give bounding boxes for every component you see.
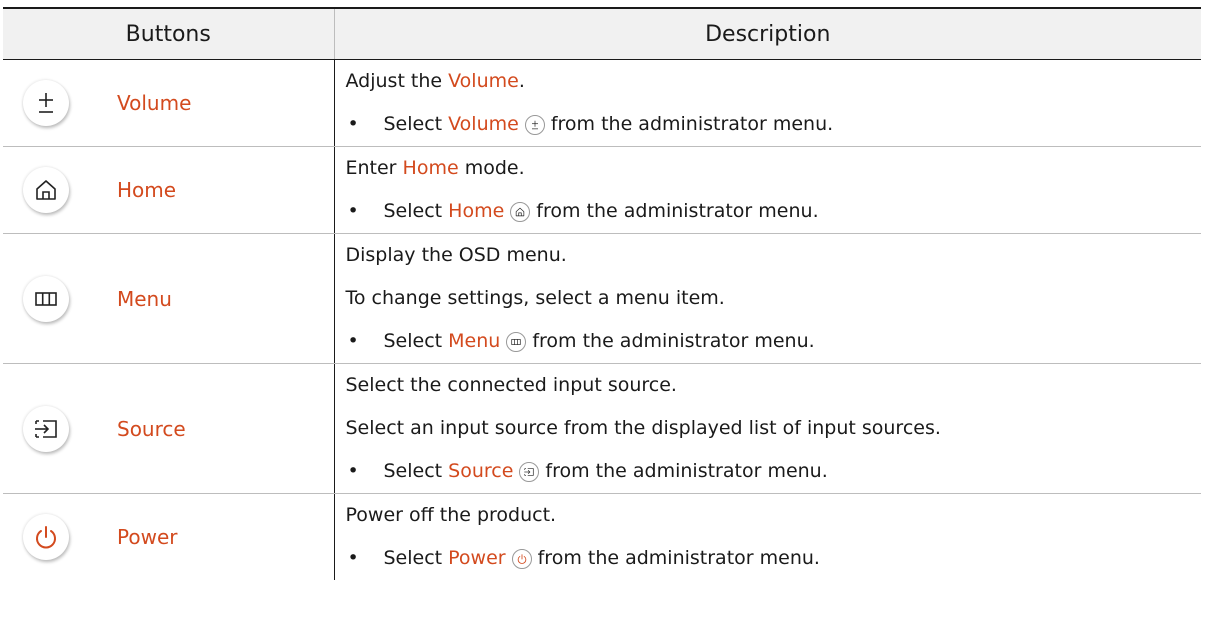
bullet-line: • Select Power from the administrator menu… [346,537,1202,580]
bullet-line: • Select Menu from the administrator menu. [346,320,1202,363]
bullet-text: Select [383,547,449,569]
header-buttons: Buttons [3,7,335,60]
bullet-highlight: Power [448,547,506,569]
button-cell: Menu [3,233,335,364]
button-label-group: Volume [3,80,334,126]
plus-minus-icon [39,93,53,113]
button-name: Menu [117,286,172,311]
button-name: Source [117,416,186,441]
table-row: Volume Adjust the Volume. • Select Volume fr… [3,59,1202,147]
description-cell: Enter Home mode. • Select Home from the adm… [334,146,1202,234]
description-block: Select the connected input source. Select… [335,364,1202,493]
description-line: To change settings, select a menu item. [346,277,1202,320]
bullet-line: • Select Home from the administrator menu. [346,190,1202,233]
table-row: Source Select the connected input source.… [3,363,1202,494]
document-page: Buttons Description Volume Adjust the Vol… [0,0,1207,624]
description-block: Power off the product. • Select Power from … [335,494,1202,580]
home-button-icon [23,167,69,213]
button-label-group: Source [3,405,334,452]
bullet-dot-icon: • [347,460,359,482]
source-icon [35,419,57,438]
header-description: Description [334,7,1201,60]
menu-button-icon [23,275,69,322]
button-label-group: Menu [3,275,334,322]
description-line: Display the OSD menu. [346,234,1202,277]
bullet-highlight: Volume [448,113,519,135]
source-mini-icon [519,461,540,482]
description-line: Select the connected input source. [346,364,1202,407]
line-text: To change settings, select a menu item. [345,287,725,309]
plus-minus-mini-icon [524,114,545,135]
button-name: Power [117,525,178,549]
button-cell: Home [3,146,335,234]
source-button-icon [23,405,69,452]
bullet-dot-icon: • [347,113,359,135]
description-line: Enter Home mode. [346,147,1202,190]
bullet-text-end: from the administrator menu. [536,200,819,222]
bullet-text-end: from the administrator menu. [532,330,815,352]
bullet-dot-icon: • [347,330,359,352]
line-text: Select the connected input source. [345,374,677,396]
bullet-highlight: Home [448,200,505,222]
line-highlight: Home [402,157,459,179]
bullet-line: • Select Source from the administrator men… [346,450,1202,493]
line-text-end: . [518,70,525,92]
power-button-icon [23,514,69,560]
power-icon [36,526,56,549]
line-text: Adjust the [345,70,449,92]
table-row: Menu Display the OSD menu. To change setti… [3,233,1202,364]
bullet-highlight: Source [448,460,514,482]
bullet-text-end: from the administrator menu. [545,460,828,482]
description-block: Enter Home mode. • Select Home from the adm… [335,147,1202,233]
line-text: Display the OSD menu. [345,244,567,266]
description-block: Display the OSD menu. To change settings,… [335,234,1202,363]
bullet-line: • Select Volume from the administrator men… [346,103,1202,146]
line-text: Power off the product. [345,504,557,526]
button-name: Home [117,178,177,202]
home-icon [36,180,56,200]
power-mini-icon [511,548,532,569]
button-cell: Source [3,363,335,494]
description-line: Power off the product. [346,494,1202,537]
description-cell: Display the OSD menu. To change settings,… [334,233,1202,364]
line-text: Enter [345,157,403,179]
bullet-dot-icon: • [347,547,359,569]
description-block: Adjust the Volume. • Select Volume from the… [335,60,1202,146]
button-label-group: Home [3,167,334,213]
button-cell: Volume [3,59,335,147]
bullet-text: Select [383,330,449,352]
line-text: Select an input source from the displaye… [345,417,941,439]
bullet-dot-icon: • [347,200,359,222]
plus-minus-button-icon [23,80,69,126]
table-row: Home Enter Home mode. • Select Home from the… [3,146,1202,234]
button-cell: Power [3,493,335,580]
bullet-text: Select [383,460,449,482]
bullet-text: Select [383,200,449,222]
menu-mini-icon [506,331,527,352]
buttons-table: Buttons Description Volume Adjust the Vol… [3,7,1201,580]
table-header-row: Buttons Description [3,7,1201,60]
description-cell: Adjust the Volume. • Select Volume from the… [334,59,1202,147]
description-cell: Select the connected input source. Select… [334,363,1202,494]
description-cell: Power off the product. • Select Power from … [334,494,1201,581]
button-name: Volume [117,91,192,115]
description-line: Adjust the Volume. [346,60,1202,103]
table-row: Power Power off the product. • Select Power… [3,493,1201,581]
description-line: Select an input source from the displaye… [346,407,1202,450]
line-text-end: mode. [458,157,525,179]
bullet-text: Select [383,113,449,135]
button-label-group: Power [3,514,334,560]
bullet-text-end: from the administrator menu. [537,547,820,569]
bullet-highlight: Menu [448,330,501,352]
line-highlight: Volume [448,70,519,92]
menu-icon [35,291,57,306]
home-mini-icon [510,201,531,222]
bullet-text-end: from the administrator menu. [550,113,834,135]
